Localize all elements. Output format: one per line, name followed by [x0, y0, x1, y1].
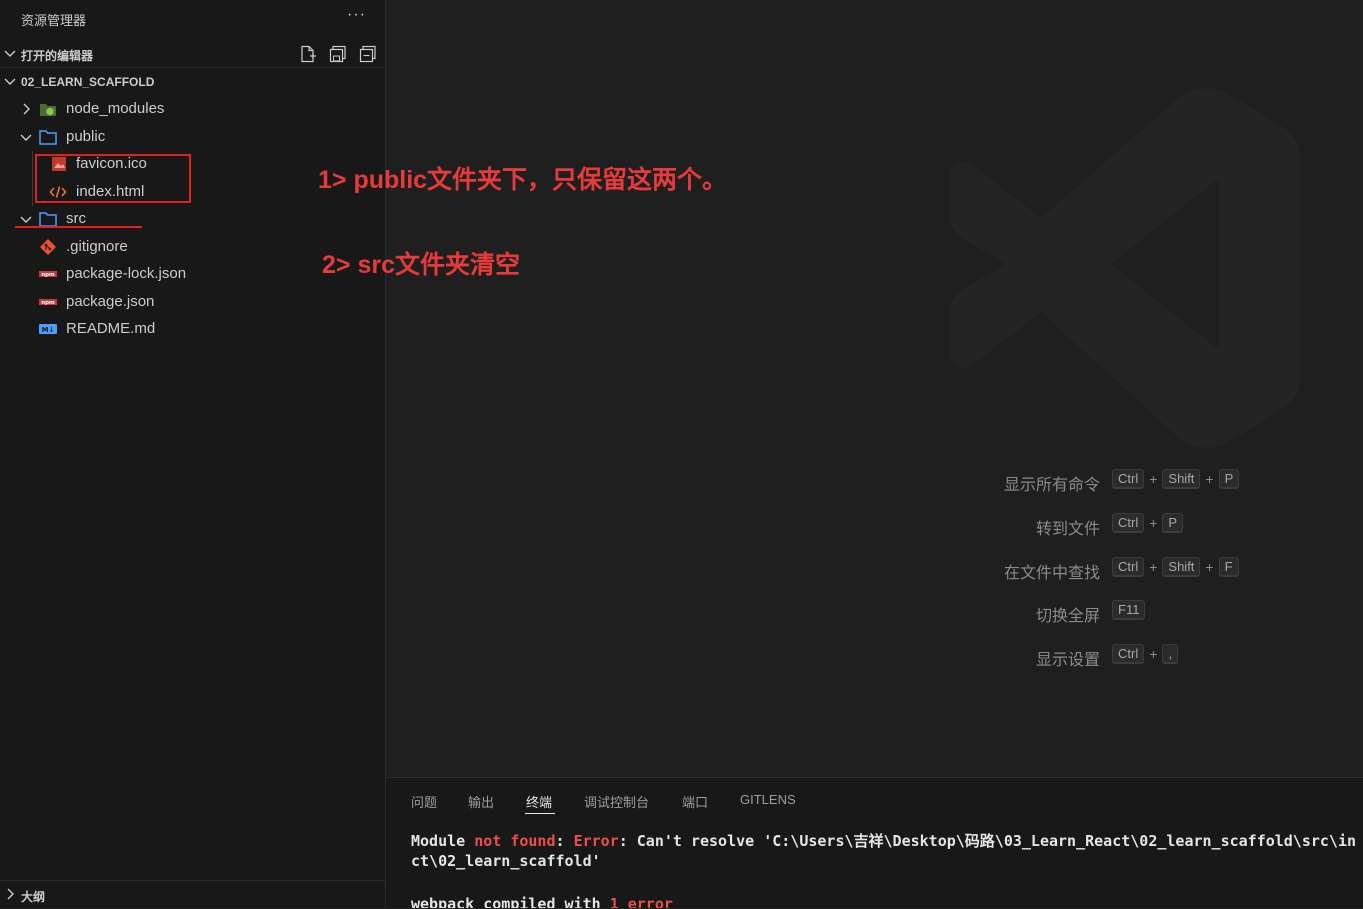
terminal-line: ct\02_learn_scaffold' — [411, 852, 601, 870]
vscode-logo-watermark — [950, 88, 1300, 448]
open-editors-label: 打开的编辑器 — [21, 49, 94, 63]
tree-item-label: src — [66, 210, 86, 227]
key: Shift — [1162, 557, 1201, 577]
tree-item-label: package.json — [66, 293, 155, 310]
tree-item-label: README.md — [66, 320, 156, 337]
tab-terminal[interactable]: 终端 — [526, 792, 552, 811]
key: Ctrl — [1112, 469, 1145, 489]
annotation-note-2: 2> src文件夹清空 — [322, 251, 520, 279]
tab-problems[interactable]: 问题 — [411, 792, 437, 811]
key: , — [1162, 644, 1179, 664]
tree-item-label: public — [66, 128, 106, 145]
svg-text:M↓: M↓ — [42, 326, 55, 334]
npm-icon: npm — [39, 271, 57, 278]
tree-item-package-json[interactable]: npm package.json — [0, 289, 386, 315]
editor-area[interactable]: 显示所有命令 Ctrl + Shift + P 转到文件 Ctrl + P 在文件中查… — [386, 0, 1363, 777]
svg-text:npm: npm — [41, 300, 55, 306]
active-tab-indicator — [525, 813, 555, 814]
markdown-icon: M↓ — [39, 324, 57, 334]
svg-text:npm: npm — [41, 272, 55, 278]
chevron-down-icon — [4, 78, 16, 85]
tree-item-readme[interactable]: M↓ README.md — [0, 316, 386, 342]
chevron-down-icon — [4, 50, 16, 57]
hint-show-all-commands: 显示所有命令 Ctrl + Shift + P — [946, 469, 1363, 494]
key: Ctrl — [1112, 557, 1145, 577]
key: F11 — [1112, 600, 1146, 620]
tree-item-src[interactable]: src — [0, 206, 386, 232]
keybinding: F11 — [1112, 600, 1146, 620]
key: Shift — [1162, 469, 1201, 489]
npm-icon: npm — [39, 299, 57, 306]
git-icon — [40, 239, 56, 255]
save-all-icon[interactable] — [329, 45, 347, 63]
hint-find-in-files: 在文件中查找 Ctrl + Shift + F — [946, 557, 1363, 582]
chevron-down-icon — [20, 216, 32, 223]
hint-label: 显示设置 — [1035, 652, 1100, 669]
explorer-sidebar: 资源管理器 ··· 打开的编辑器 02_LEARN_SCAFFOLD node_… — [0, 0, 386, 908]
hint-label: 切换全屏 — [1035, 608, 1100, 625]
hint-toggle-fullscreen: 切换全屏 F11 — [946, 600, 1363, 625]
annotation-underline — [15, 226, 142, 228]
node-modules-icon — [40, 104, 56, 116]
terminal-line: webpack compiled with 1 error — [411, 895, 673, 908]
bottom-panel: 问题 输出 终端 调试控制台 端口 GITLENS Module not fou… — [386, 777, 1363, 908]
folder-icon — [39, 212, 57, 227]
outline-label: 大纲 — [21, 890, 46, 904]
collapse-all-icon[interactable] — [359, 45, 377, 63]
key: P — [1162, 513, 1184, 533]
tab-debug-console[interactable]: 调试控制台 — [584, 792, 649, 811]
open-editors-section[interactable]: 打开的编辑器 — [0, 41, 386, 68]
tree-item-node-modules[interactable]: node_modules — [0, 96, 386, 122]
hint-label: 在文件中查找 — [1003, 565, 1100, 582]
terminal-line: Module not found: Error: Can't resolve '… — [411, 832, 1357, 850]
key: Ctrl — [1112, 513, 1145, 533]
annotation-highlight-box — [35, 154, 191, 203]
more-actions-icon[interactable]: ··· — [347, 6, 366, 24]
chevron-right-icon — [7, 888, 14, 900]
explorer-title: 资源管理器 — [21, 13, 87, 28]
hint-show-settings: 显示设置 Ctrl + , — [946, 644, 1363, 669]
project-section[interactable]: 02_LEARN_SCAFFOLD — [0, 69, 386, 95]
key: F — [1218, 557, 1239, 577]
chevron-down-icon — [20, 134, 32, 141]
tree-item-label: package-lock.json — [66, 265, 187, 282]
tab-ports[interactable]: 端口 — [682, 792, 708, 811]
key: Ctrl — [1112, 644, 1145, 664]
project-label: 02_LEARN_SCAFFOLD — [21, 75, 155, 89]
new-file-icon[interactable] — [299, 45, 317, 63]
hint-go-to-file: 转到文件 Ctrl + P — [946, 513, 1363, 538]
keybinding: Ctrl + , — [1112, 644, 1179, 664]
chevron-right-icon — [23, 103, 30, 115]
outline-section[interactable]: 大纲 — [0, 880, 386, 909]
key: P — [1218, 469, 1240, 489]
tab-gitlens[interactable]: GITLENS — [740, 792, 796, 807]
annotation-note-1: 1> public文件夹下，只保留这两个。 — [318, 166, 728, 194]
tree-item-public[interactable]: public — [0, 124, 386, 150]
keybinding: Ctrl + Shift + P — [1112, 469, 1240, 489]
keybinding: Ctrl + Shift + F — [1112, 557, 1239, 577]
hint-label: 显示所有命令 — [1003, 477, 1100, 494]
tree-item-label: .gitignore — [66, 238, 128, 255]
tree-item-label: node_modules — [66, 100, 165, 117]
folder-icon — [39, 130, 57, 145]
explorer-header: 资源管理器 ··· — [0, 0, 386, 36]
hint-label: 转到文件 — [1035, 521, 1100, 538]
keybinding: Ctrl + P — [1112, 513, 1184, 533]
tab-output[interactable]: 输出 — [468, 792, 494, 811]
